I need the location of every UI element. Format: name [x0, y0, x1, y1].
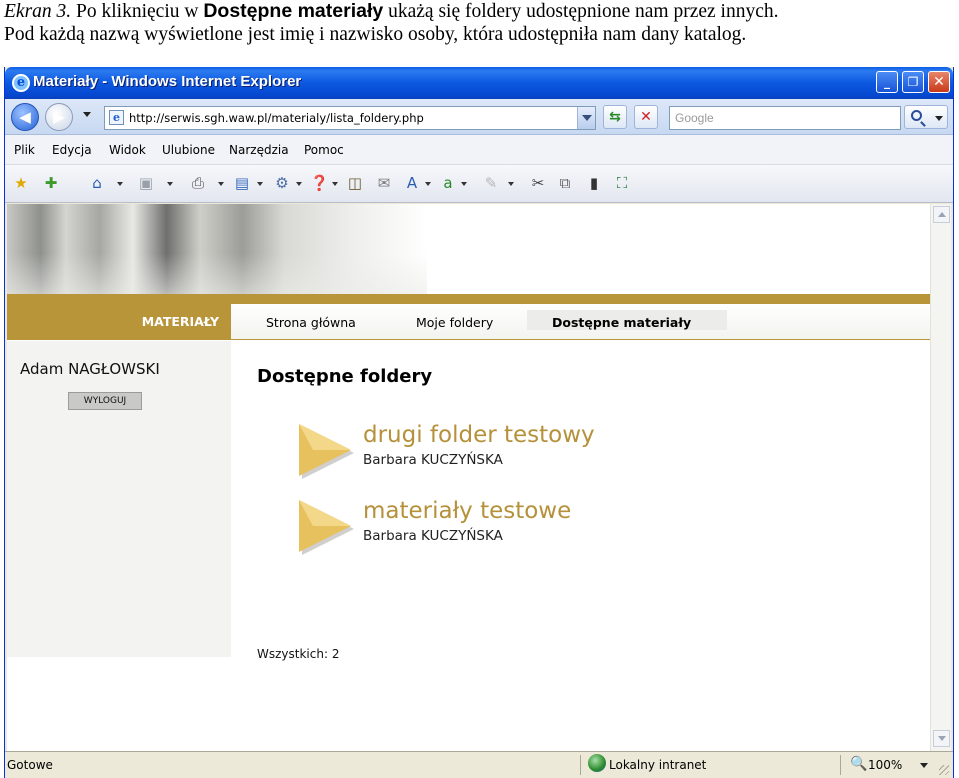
menu-edycja[interactable]: Edycja — [52, 143, 92, 157]
address-field[interactable]: e http://serwis.sgh.waw.pl/materialy/lis… — [104, 106, 596, 130]
page-viewport: MATERIAŁY Strona główna Moje foldery Dos… — [7, 204, 930, 751]
feeds-icon[interactable]: ▣ — [137, 174, 155, 192]
help-dropdown-icon[interactable] — [332, 182, 338, 186]
spelling-icon[interactable]: A — [403, 174, 421, 192]
status-bar: Gotowe Lokalny intranet 🔍 100% — [5, 751, 953, 778]
caption-bold: Dostępne materiały — [203, 0, 384, 22]
window-title: Materiały - Windows Internet Explorer — [33, 73, 302, 90]
nav-dostepne-materialy[interactable]: Dostępne materiały — [552, 315, 691, 330]
address-toolbar: ◀ ▶ e http://serwis.sgh.waw.pl/materialy… — [5, 99, 953, 135]
home-dropdown-icon[interactable] — [117, 182, 123, 186]
maximize-button[interactable]: ❐ — [902, 71, 924, 93]
caption-text-2: ukażą się foldery udostępnione nam przez… — [383, 1, 779, 22]
intranet-zone-icon — [588, 754, 606, 772]
back-button[interactable]: ◀ — [11, 103, 39, 131]
favorites-star-icon[interactable]: ★ — [12, 174, 30, 192]
zoom-icon[interactable]: 🔍 — [850, 756, 867, 772]
browser-window: e Materiały - Windows Internet Explorer … — [4, 67, 954, 778]
address-dropdown-button[interactable] — [577, 107, 595, 129]
mail-icon[interactable]: ✉ — [375, 174, 393, 192]
section-label: MATERIAŁY — [7, 304, 231, 340]
folder-name[interactable]: drugi folder testowy — [363, 422, 595, 448]
translate-dropdown-icon[interactable] — [461, 182, 467, 186]
search-dropdown-icon — [935, 116, 943, 121]
user-name: Adam NAGŁOWSKI — [20, 360, 160, 378]
folder-owner: Barbara KUCZYŃSKA — [363, 452, 503, 468]
title-bar[interactable]: e Materiały - Windows Internet Explorer … — [5, 67, 953, 99]
tools-dropdown-icon[interactable] — [296, 182, 302, 186]
resize-grip-icon[interactable] — [939, 765, 949, 775]
menu-narzedzia[interactable]: Narzędzia — [229, 143, 289, 157]
menu-plik[interactable]: Plik — [14, 143, 35, 157]
site-nav: MATERIAŁY Strona główna Moje foldery Dos… — [7, 304, 930, 340]
page-menu-icon[interactable]: ▤ — [233, 174, 251, 192]
help-icon[interactable]: ❓ — [310, 174, 329, 192]
caption: Ekran 3. Po kliknięciu w Dostępne materi… — [4, 0, 959, 46]
banner-photo — [7, 204, 427, 294]
search-button[interactable] — [904, 105, 948, 129]
close-button[interactable]: ✕ — [928, 71, 950, 93]
page-dropdown-icon[interactable] — [257, 182, 263, 186]
research-icon[interactable]: ◫ — [346, 174, 364, 192]
total-count: Wszystkich: 2 — [257, 647, 340, 661]
history-dropdown-icon[interactable] — [83, 112, 91, 117]
nav-moje-foldery[interactable]: Moje foldery — [416, 315, 493, 330]
zoom-dropdown-icon[interactable] — [920, 763, 928, 768]
add-favorites-icon[interactable]: ✚ — [42, 174, 60, 192]
print-dropdown-icon[interactable] — [218, 182, 224, 186]
menu-bar: Plik Edycja Widok Ulubione Narzędzia Pom… — [5, 135, 953, 165]
ie-logo-icon: e — [12, 74, 30, 92]
folder-icon — [299, 424, 354, 479]
menu-pomoc[interactable]: Pomoc — [304, 143, 344, 157]
folder-item[interactable]: drugi folder testowy Barbara KUCZYŃSKA — [295, 420, 625, 482]
stop-button[interactable]: ✕ — [634, 105, 658, 129]
scroll-up-button[interactable] — [933, 206, 950, 223]
status-divider — [580, 755, 581, 775]
folder-name[interactable]: materiały testowe — [363, 498, 571, 524]
section-title: MATERIAŁY — [141, 314, 219, 329]
folder-icon — [299, 500, 354, 555]
address-url: http://serwis.sgh.waw.pl/materialy/lista… — [129, 111, 424, 125]
refresh-button[interactable]: ⇆ — [603, 105, 627, 129]
search-input[interactable]: Google — [669, 106, 901, 130]
fullscreen-icon[interactable]: ⛶ — [613, 174, 631, 192]
zone-text: Lokalny intranet — [609, 758, 707, 772]
vertical-scrollbar[interactable] — [930, 204, 951, 751]
zoom-level[interactable]: 100% — [868, 758, 902, 772]
command-bar: ★ ✚ ⌂ ▣ ⎙ ▤ ⚙ ❓ ◫ ✉ A a ✎ ✂ ⧉ ▮ ⛶ — [5, 165, 953, 203]
site-banner — [7, 204, 930, 294]
folder-item[interactable]: materiały testowe Barbara KUCZYŃSKA — [295, 496, 625, 558]
caption-line-2: Pod każdą nazwą wyświetlone jest imię i … — [4, 24, 747, 45]
minimize-button[interactable]: _ — [876, 71, 898, 93]
caption-text-1: Po kliknięciu w — [71, 1, 204, 22]
sidebar: Adam NAGŁOWSKI WYLOGUJ — [7, 341, 231, 657]
pencil-icon[interactable]: ✎ — [482, 174, 500, 192]
status-text: Gotowe — [7, 758, 53, 772]
caption-label: Ekran 3. — [4, 1, 72, 22]
page-icon: e — [109, 110, 124, 125]
forward-button[interactable]: ▶ — [45, 103, 73, 131]
menu-ulubione[interactable]: Ulubione — [162, 143, 215, 157]
scroll-down-button[interactable] — [933, 730, 950, 747]
menu-widok[interactable]: Widok — [109, 143, 146, 157]
print-icon[interactable]: ⎙ — [189, 174, 207, 192]
banner-stripe — [7, 294, 930, 304]
spelling-dropdown-icon[interactable] — [425, 182, 431, 186]
cut-icon[interactable]: ✂ — [529, 174, 547, 192]
feeds-dropdown-icon[interactable] — [167, 182, 173, 186]
logout-button[interactable]: WYLOGUJ — [68, 392, 142, 410]
page-title: Dostępne foldery — [257, 366, 433, 387]
pencil-dropdown-icon[interactable] — [508, 182, 514, 186]
status-divider — [840, 755, 841, 775]
home-icon[interactable]: ⌂ — [88, 174, 106, 192]
paste-icon[interactable]: ▮ — [585, 174, 603, 192]
nav-strona-glowna[interactable]: Strona główna — [266, 315, 356, 330]
search-icon — [911, 110, 922, 121]
translate-icon[interactable]: a — [439, 174, 457, 192]
tools-gear-icon[interactable]: ⚙ — [273, 174, 291, 192]
copy-icon[interactable]: ⧉ — [556, 174, 574, 192]
folder-owner: Barbara KUCZYŃSKA — [363, 528, 503, 544]
search-placeholder: Google — [675, 111, 714, 125]
